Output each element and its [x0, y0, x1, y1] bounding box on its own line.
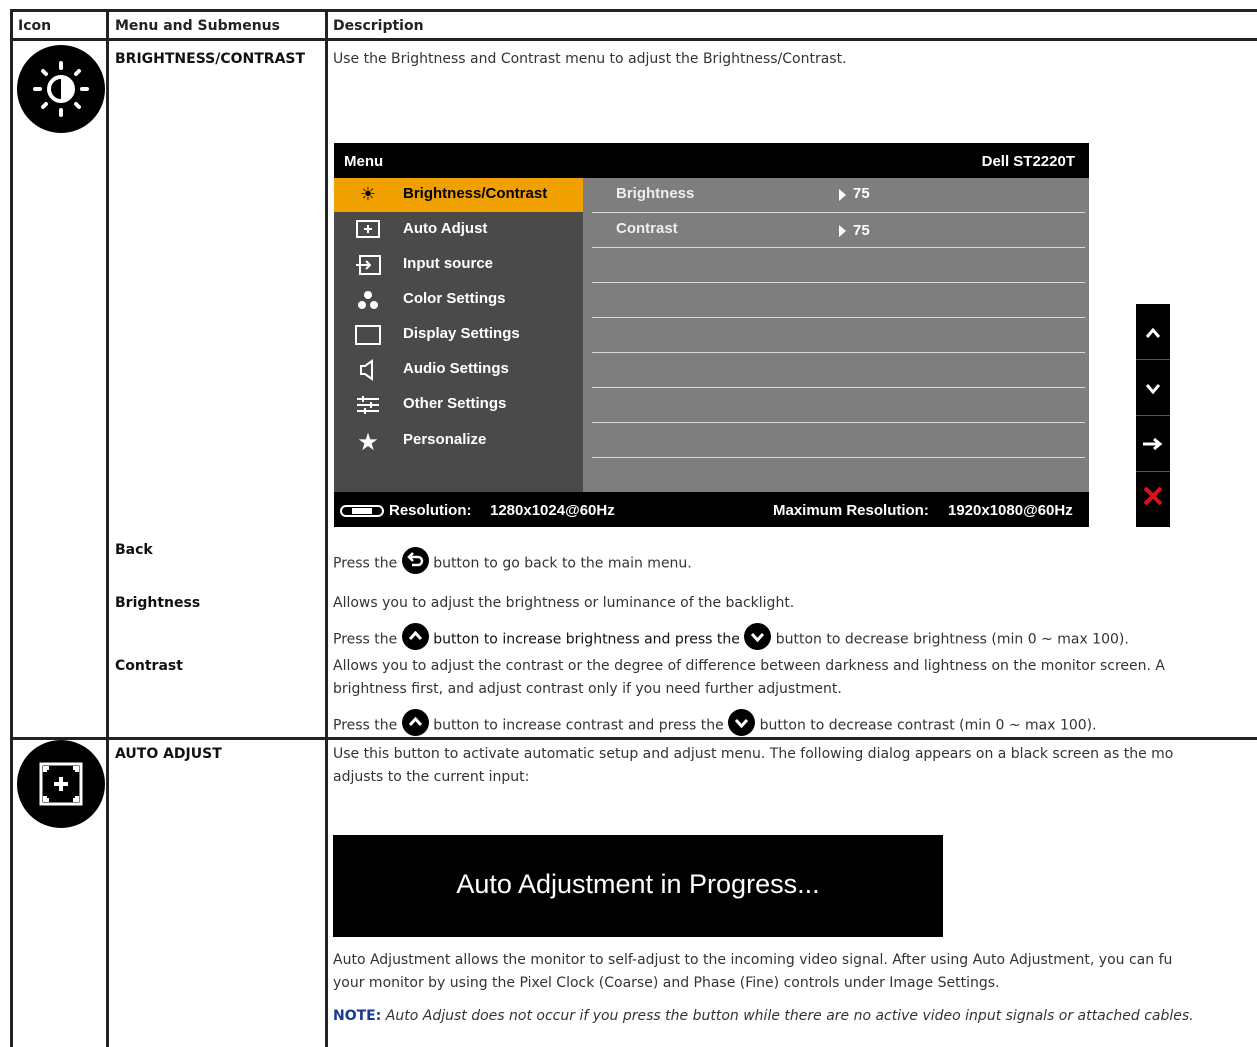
- osd-item-brightness-contrast[interactable]: Brightness/Contrast: [403, 185, 547, 202]
- note-text: Auto Adjust does not occur if you press …: [385, 1008, 1194, 1024]
- osd-resolution-value: 1280x1024@60Hz: [490, 502, 615, 519]
- osd-row-divider: [592, 317, 1085, 318]
- brightness-icon: ☀: [359, 184, 377, 205]
- back-text-after: button to go back to the main menu.: [433, 555, 692, 572]
- brightness-text-b: button to increase brightness and press …: [433, 631, 740, 648]
- header-icon: Icon: [18, 18, 52, 34]
- brightness-title: Brightness: [115, 595, 201, 611]
- osd-row-divider: [592, 212, 1085, 213]
- sliders-icon: [354, 394, 382, 418]
- note-label: NOTE:: [333, 1008, 382, 1024]
- osd-max-resolution-value: 1920x1080@60Hz: [948, 502, 1073, 519]
- back-icon: [401, 547, 429, 574]
- osd-setting-brightness-value[interactable]: 75: [853, 185, 870, 202]
- table-top-border: [10, 9, 1257, 12]
- speaker-icon: [354, 359, 382, 383]
- contrast-description-2: brightness first, and adjust contrast on…: [333, 681, 842, 697]
- osd-menu-screenshot: Menu Dell ST2220T ☀ Brightness/Contrast …: [334, 143, 1089, 527]
- down-arrow-icon[interactable]: [1136, 360, 1170, 416]
- back-title: Back: [115, 542, 153, 558]
- osd-item-auto-adjust[interactable]: Auto Adjust: [403, 220, 487, 237]
- back-text-before: Press the: [333, 555, 398, 572]
- right-arrow-icon[interactable]: [1136, 416, 1170, 472]
- osd-item-color-settings[interactable]: Color Settings: [403, 290, 506, 307]
- osd-row-divider: [592, 352, 1085, 353]
- contrast-instruction: Press the button to increase contrast an…: [333, 709, 1097, 739]
- osd-menu-label: Menu: [344, 153, 384, 170]
- table-col-divider-2: [325, 9, 328, 1047]
- osd-row-divider: [592, 387, 1085, 388]
- contrast-text-b: button to increase contrast and press th…: [433, 717, 724, 734]
- brightness-contrast-title: BRIGHTNESS/CONTRAST: [115, 51, 306, 67]
- osd-resolution-label: Resolution:: [389, 502, 472, 519]
- osd-setting-brightness-label: Brightness: [616, 185, 695, 202]
- osd-item-input-source[interactable]: Input source: [403, 255, 493, 272]
- back-instruction: Press the button to go back to the main …: [333, 547, 692, 577]
- osd-item-other-settings[interactable]: Other Settings: [403, 395, 506, 412]
- osd-setting-contrast-label: Contrast: [616, 220, 678, 237]
- play-arrow-icon: [839, 189, 846, 201]
- down-button-icon: [744, 623, 772, 650]
- table-col-divider-1: [106, 9, 109, 1047]
- osd-item-personalize[interactable]: Personalize: [403, 431, 486, 448]
- vga-connector-icon: [340, 503, 384, 523]
- osd-row-divider: [592, 247, 1085, 248]
- auto-adjust-description-3: Auto Adjustment allows the monitor to se…: [333, 952, 1173, 968]
- header-menu: Menu and Submenus: [115, 18, 280, 34]
- osd-setting-contrast-value[interactable]: 75: [853, 222, 870, 239]
- brightness-icon: [17, 45, 105, 133]
- auto-adjust-description-4: your monitor by using the Pixel Clock (C…: [333, 975, 1000, 991]
- down-button-icon: [728, 709, 756, 736]
- up-button-icon: [401, 709, 429, 736]
- osd-row-divider: [592, 422, 1085, 423]
- osd-nav-buttons: [1136, 304, 1170, 527]
- auto-adjust-icon: [17, 740, 105, 828]
- osd-max-resolution-label: Maximum Resolution:: [773, 502, 929, 519]
- osd-model: Dell ST2220T: [981, 153, 1075, 170]
- header-description: Description: [333, 18, 424, 34]
- color-settings-icon: [354, 289, 382, 313]
- auto-adjust-description-2: adjusts to the current input:: [333, 769, 530, 785]
- auto-adjust-title: AUTO ADJUST: [115, 746, 222, 762]
- osd-item-audio-settings[interactable]: Audio Settings: [403, 360, 509, 377]
- close-icon[interactable]: [1136, 472, 1170, 527]
- osd-row-divider: [592, 457, 1085, 458]
- star-icon: ★: [357, 428, 379, 456]
- osd-item-display-settings[interactable]: Display Settings: [403, 325, 520, 342]
- up-arrow-icon[interactable]: [1136, 304, 1170, 360]
- auto-adjust-description-1: Use this button to activate automatic se…: [333, 746, 1174, 762]
- osd-row-divider: [592, 282, 1085, 283]
- up-button-icon: [401, 623, 429, 650]
- brightness-contrast-description: Use the Brightness and Contrast menu to …: [333, 51, 847, 67]
- table-left-border: [10, 9, 13, 1047]
- display-settings-icon: [354, 324, 382, 348]
- brightness-instruction: Press the button to increase brightness …: [333, 623, 1129, 653]
- input-source-icon: [354, 254, 382, 278]
- auto-adjust-dialog: Auto Adjustment in Progress...: [333, 835, 943, 937]
- play-arrow-icon: [839, 225, 846, 237]
- contrast-text-c: button to decrease contrast (min 0 ~ max…: [759, 717, 1097, 734]
- brightness-text-c: button to decrease brightness (min 0 ~ m…: [775, 631, 1129, 648]
- contrast-description-1: Allows you to adjust the contrast or the…: [333, 658, 1166, 674]
- auto-adjust-dialog-text: Auto Adjustment in Progress...: [456, 869, 820, 899]
- contrast-title: Contrast: [115, 658, 183, 674]
- table-header-border: [10, 38, 1257, 41]
- contrast-text-a: Press the: [333, 717, 398, 734]
- brightness-description: Allows you to adjust the brightness or l…: [333, 595, 795, 611]
- auto-adjust-icon: [354, 219, 382, 243]
- brightness-text-a: Press the: [333, 631, 398, 648]
- auto-adjust-note: NOTE: Auto Adjust does not occur if you …: [333, 1008, 1194, 1024]
